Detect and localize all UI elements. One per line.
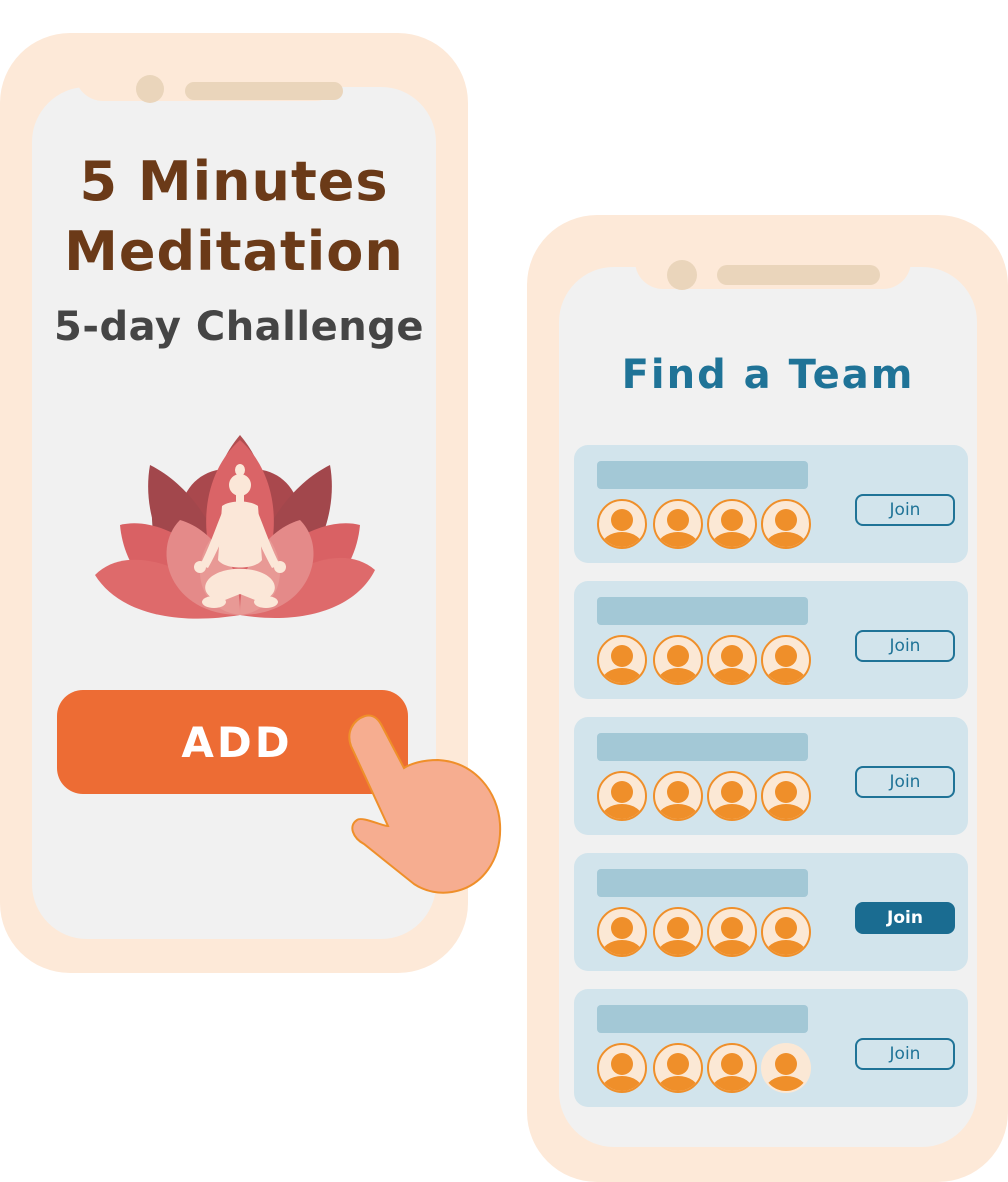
user-avatar-icon bbox=[653, 635, 703, 685]
challenge-subtitle: 5-day Challenge bbox=[54, 304, 424, 350]
user-avatar-icon bbox=[653, 1043, 703, 1093]
user-avatar-icon bbox=[761, 1043, 811, 1093]
camera-icon bbox=[667, 260, 697, 290]
challenge-title-line-2: Meditation bbox=[64, 220, 404, 283]
team-name-placeholder bbox=[597, 1005, 808, 1033]
team-name-placeholder bbox=[597, 597, 808, 625]
join-team-button[interactable]: Join bbox=[855, 766, 955, 798]
user-avatar-icon bbox=[761, 771, 811, 821]
lotus-meditation-icon bbox=[95, 435, 375, 619]
user-avatar-icon bbox=[707, 771, 757, 821]
user-avatar-icon bbox=[653, 907, 703, 957]
camera-icon bbox=[136, 75, 164, 103]
team-card: Join bbox=[574, 717, 968, 835]
user-avatar-icon bbox=[707, 1043, 757, 1093]
challenge-title-line-1: 5 Minutes bbox=[79, 150, 389, 213]
join-team-button[interactable]: Join bbox=[855, 902, 955, 934]
speaker-icon bbox=[185, 82, 343, 100]
team-name-placeholder bbox=[597, 869, 808, 897]
team-name-placeholder bbox=[597, 461, 808, 489]
user-avatar-icon bbox=[597, 1043, 647, 1093]
user-avatar-icon bbox=[761, 499, 811, 549]
user-avatar-icon bbox=[597, 771, 647, 821]
team-card: Join bbox=[574, 853, 968, 971]
user-avatar-icon bbox=[761, 907, 811, 957]
team-card: Join bbox=[574, 989, 968, 1107]
join-team-button[interactable]: Join bbox=[855, 630, 955, 662]
team-card: Join bbox=[574, 445, 968, 563]
user-avatar-icon bbox=[761, 635, 811, 685]
speaker-icon bbox=[717, 265, 880, 285]
add-button-label: ADD bbox=[181, 717, 293, 767]
find-team-title: Find a Team bbox=[621, 352, 915, 398]
user-avatar-icon bbox=[707, 635, 757, 685]
user-avatar-icon bbox=[707, 499, 757, 549]
join-team-button[interactable]: Join bbox=[855, 1038, 955, 1070]
user-avatar-icon bbox=[707, 907, 757, 957]
user-avatar-icon bbox=[597, 499, 647, 549]
hand-pointer-icon bbox=[348, 714, 502, 894]
user-avatar-icon bbox=[597, 635, 647, 685]
user-avatar-icon bbox=[597, 907, 647, 957]
team-card: Join bbox=[574, 581, 968, 699]
user-avatar-icon bbox=[653, 771, 703, 821]
join-team-button[interactable]: Join bbox=[855, 494, 955, 526]
user-avatar-icon bbox=[653, 499, 703, 549]
team-name-placeholder bbox=[597, 733, 808, 761]
